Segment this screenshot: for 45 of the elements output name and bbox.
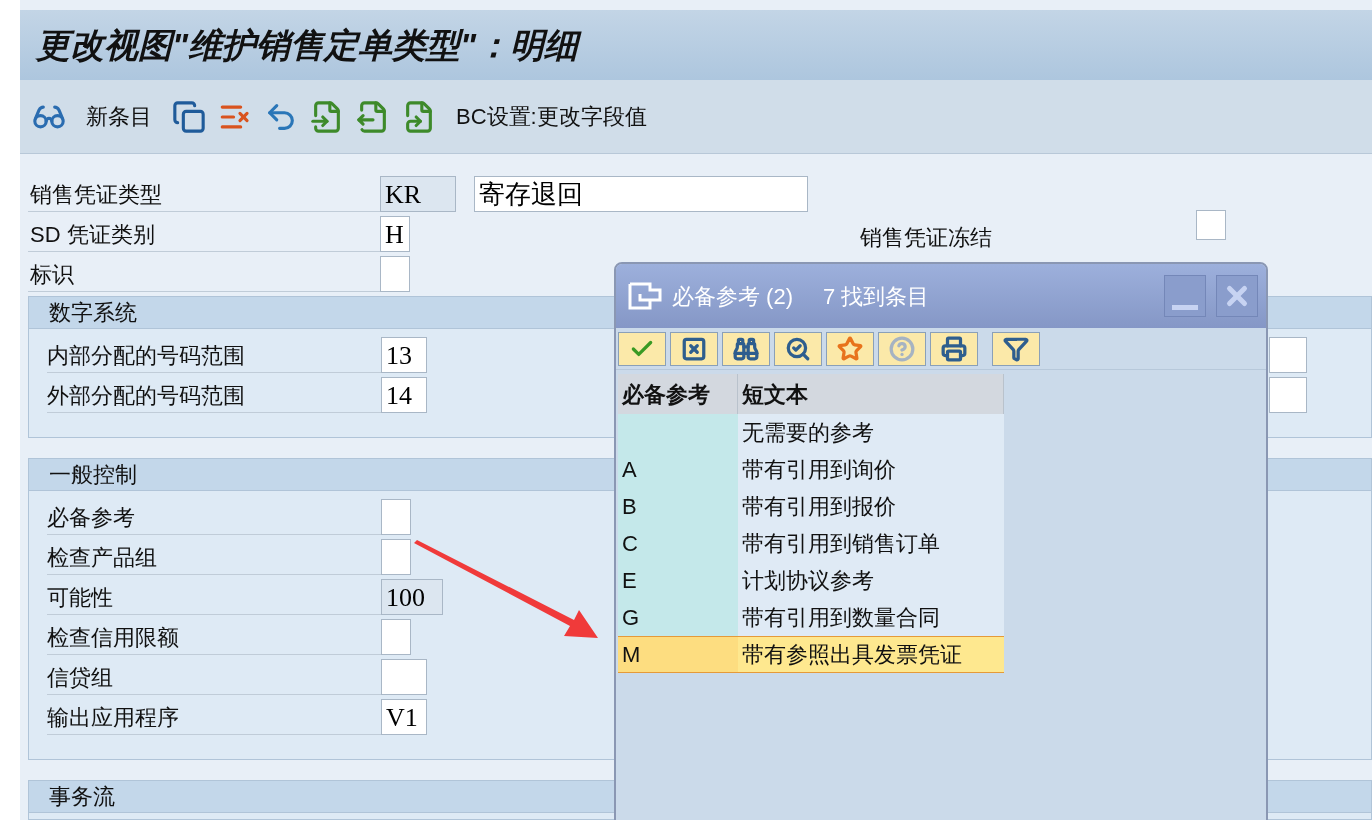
table-cell: 无需要的参考 xyxy=(738,414,1004,451)
list-row[interactable]: M 带有参照出具发票凭证 xyxy=(618,636,1004,673)
table-cell: M xyxy=(618,637,738,672)
field-label: 检查信用限额 xyxy=(47,621,381,655)
list-row[interactable]: B 带有引用到报价 xyxy=(618,488,1004,525)
list-row[interactable]: 无需要的参考 xyxy=(618,414,1004,451)
input-field[interactable]: V1 xyxy=(381,699,427,735)
table-cell: 带有引用到报价 xyxy=(738,488,1004,525)
field-label: 输出应用程序 xyxy=(47,701,381,735)
field-label: 检查产品组 xyxy=(47,541,381,575)
table-cell: B xyxy=(618,488,738,525)
table-cell: E xyxy=(618,562,738,599)
table-cell: C xyxy=(618,525,738,562)
column-header[interactable]: 必备参考 xyxy=(618,374,738,414)
list-row[interactable]: E 计划协议参考 xyxy=(618,562,1004,599)
field-label: 内部分配的号码范围 xyxy=(47,339,381,373)
bc-set-button[interactable]: BC设置:更改字段值 xyxy=(448,100,655,134)
section-title: 事务流 xyxy=(49,783,115,811)
entry-count: 7 找到条目 xyxy=(823,282,930,311)
list-row[interactable]: G 带有引用到数量合同 xyxy=(618,599,1004,636)
field-label: 信贷组 xyxy=(47,661,381,695)
input-field[interactable]: 14 xyxy=(381,377,427,413)
new-entry-button[interactable]: 新条目 xyxy=(78,100,160,134)
table-cell: 带有引用到销售订单 xyxy=(738,525,1004,562)
list-row[interactable]: C 带有引用到销售订单 xyxy=(618,525,1004,562)
section-title: 一般控制 xyxy=(49,461,137,489)
field-label: 必备参考 xyxy=(47,501,381,535)
field-label: 标识 xyxy=(28,258,380,292)
list-row[interactable]: A 带有引用到询价 xyxy=(618,451,1004,488)
field-label: 可能性 xyxy=(47,581,381,615)
column-header[interactable]: 短文本 xyxy=(738,374,1004,414)
field-label: 销售凭证类型 xyxy=(28,178,380,212)
table-cell: 计划协议参考 xyxy=(738,562,1004,599)
input-field[interactable]: 13 xyxy=(381,337,427,373)
popup-title: 必备参考 (2) xyxy=(672,282,793,311)
table-cell: 带有引用到询价 xyxy=(738,451,1004,488)
table-cell: G xyxy=(618,599,738,636)
field-label: SD 凭证类别 xyxy=(28,218,380,252)
section-title: 数字系统 xyxy=(49,299,137,327)
field-label: 外部分配的号码范围 xyxy=(47,379,381,413)
field-label: 销售凭证冻结 xyxy=(860,224,993,252)
table-cell: A xyxy=(618,451,738,488)
table-cell: 带有参照出具发票凭证 xyxy=(738,637,1004,672)
table-cell: 带有引用到数量合同 xyxy=(738,599,1004,636)
input-field[interactable]: H xyxy=(380,216,410,252)
